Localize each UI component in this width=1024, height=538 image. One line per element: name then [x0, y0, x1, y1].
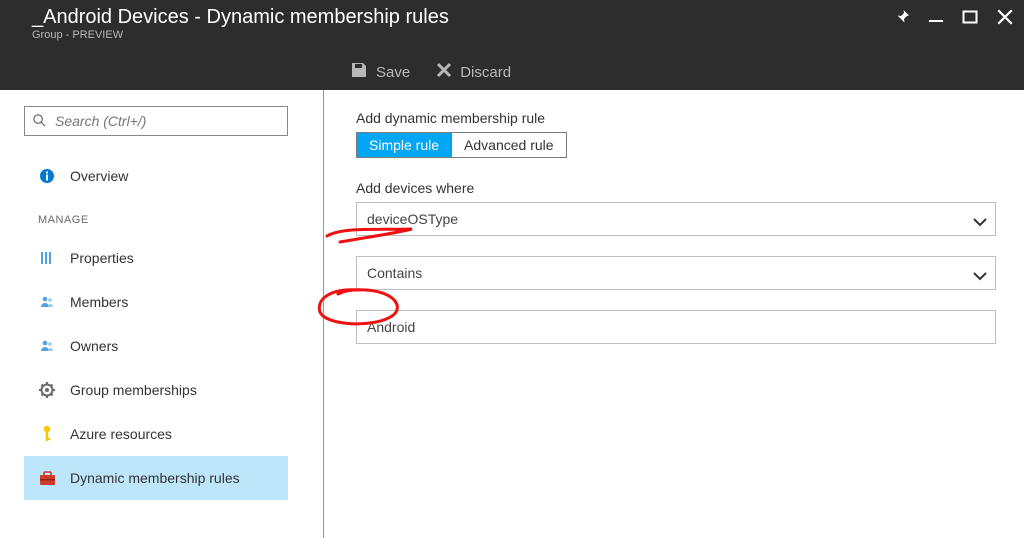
search-input[interactable]: [24, 106, 288, 136]
section-manage: MANAGE: [38, 214, 323, 226]
sidebar-item-label: Group memberships: [70, 382, 197, 398]
owners-icon: [38, 338, 56, 354]
gear-icon: [38, 382, 56, 398]
search-icon: [32, 113, 47, 133]
blade-header: _Android Devices - Dynamic membership ru…: [0, 0, 1024, 90]
members-icon: [38, 294, 56, 310]
chevron-down-icon: [973, 269, 987, 285]
sidebar-item-dynamic-rules[interactable]: Dynamic membership rules: [24, 456, 288, 500]
property-value: deviceOSType: [367, 211, 458, 227]
sidebar-item-overview[interactable]: Overview: [24, 154, 288, 198]
maximize-icon[interactable]: [962, 9, 978, 25]
save-button[interactable]: Save: [350, 61, 410, 83]
info-icon: [38, 168, 56, 184]
save-icon: [350, 61, 368, 83]
discard-label: Discard: [460, 64, 511, 81]
blade-title: _Android Devices - Dynamic membership ru…: [0, 0, 1024, 29]
main-panel: Add dynamic membership rule Simple rule …: [324, 90, 1024, 538]
where-label: Add devices where: [356, 180, 996, 196]
property-select[interactable]: deviceOSType: [356, 202, 996, 236]
rule-tabs: Simple rule Advanced rule: [356, 132, 567, 158]
sidebar-item-label: Dynamic membership rules: [70, 470, 240, 486]
discard-icon: [436, 62, 452, 82]
sidebar-item-label: Overview: [70, 168, 128, 184]
blade-subtitle: Group - PREVIEW: [0, 29, 1024, 41]
operator-value: Contains: [367, 265, 422, 281]
blade-body: Overview MANAGE Properties Members Owner…: [0, 90, 1024, 538]
property-row: deviceOSType: [356, 202, 996, 236]
discard-button[interactable]: Discard: [436, 62, 511, 82]
value-input[interactable]: Android: [356, 310, 996, 344]
chevron-down-icon: [973, 215, 987, 231]
pin-icon[interactable]: [894, 9, 910, 25]
toolbox-icon: [38, 471, 56, 486]
value-row: Android: [356, 310, 996, 344]
sidebar-item-label: Azure resources: [70, 426, 172, 442]
properties-icon: [38, 250, 56, 266]
tab-advanced-rule[interactable]: Advanced rule: [451, 133, 566, 157]
sidebar-item-label: Members: [70, 294, 128, 310]
command-bar: Save Discard: [350, 54, 511, 90]
save-label: Save: [376, 64, 410, 81]
window-controls: [894, 8, 1014, 26]
key-icon: [38, 425, 56, 443]
search-wrap: [24, 106, 288, 136]
sidebar-item-members[interactable]: Members: [24, 280, 288, 324]
tab-simple-rule[interactable]: Simple rule: [357, 133, 451, 157]
close-icon[interactable]: [996, 8, 1014, 26]
sidebar-item-owners[interactable]: Owners: [24, 324, 288, 368]
sidebar-item-azure-resources[interactable]: Azure resources: [24, 412, 288, 456]
operator-row: Contains: [356, 256, 996, 290]
sidebar-item-label: Properties: [70, 250, 134, 266]
rule-heading: Add dynamic membership rule: [356, 110, 996, 126]
sidebar-item-group-memberships[interactable]: Group memberships: [24, 368, 288, 412]
minimize-icon[interactable]: [928, 9, 944, 25]
sidebar-item-properties[interactable]: Properties: [24, 236, 288, 280]
operator-select[interactable]: Contains: [356, 256, 996, 290]
value-text: Android: [367, 319, 415, 335]
sidebar-item-label: Owners: [70, 338, 118, 354]
sidebar: Overview MANAGE Properties Members Owner…: [0, 90, 324, 538]
